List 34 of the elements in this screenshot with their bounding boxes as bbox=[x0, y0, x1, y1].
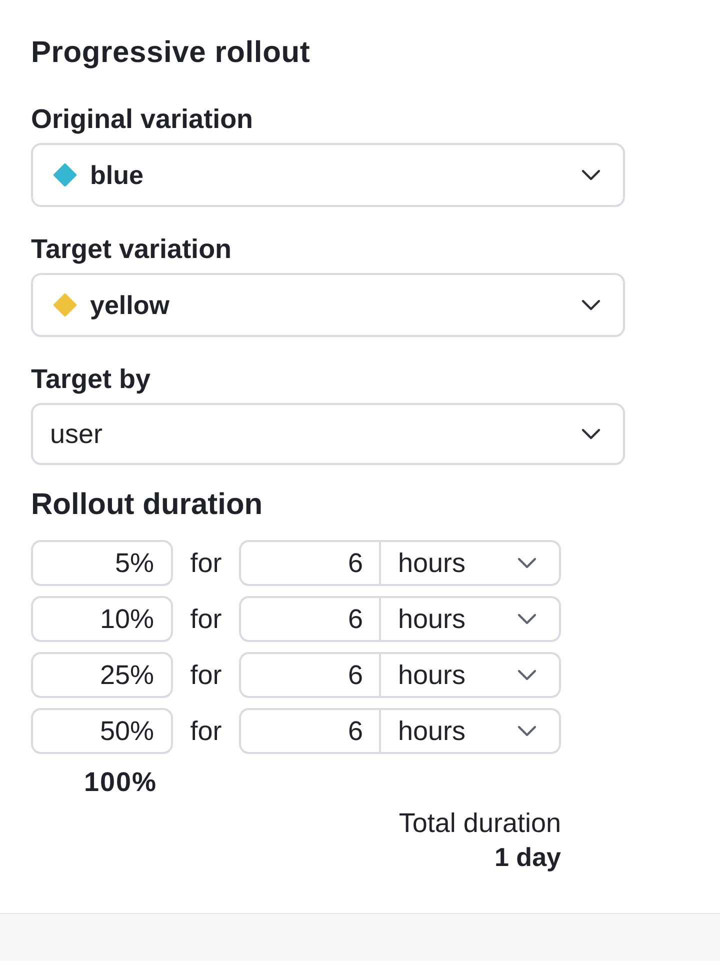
chevron-down-icon bbox=[581, 428, 601, 440]
chevron-down-icon bbox=[517, 669, 537, 681]
percent-input[interactable]: 10% bbox=[31, 596, 173, 642]
duration-input[interactable]: 6 bbox=[239, 596, 381, 642]
chevron-down-icon bbox=[581, 169, 601, 181]
chevron-down-icon bbox=[517, 557, 537, 569]
duration-input[interactable]: 6 bbox=[239, 708, 381, 754]
duration-input[interactable]: 6 bbox=[239, 652, 381, 698]
field-label: Target by bbox=[31, 363, 151, 395]
variation-dropdown[interactable]: blue bbox=[31, 143, 625, 207]
unit-dropdown[interactable]: hours bbox=[381, 596, 561, 642]
field-label: Target variation bbox=[31, 233, 232, 265]
unit-dropdown[interactable]: hours bbox=[381, 652, 561, 698]
final-percent: 100% bbox=[84, 766, 157, 798]
unit-dropdown[interactable]: hours bbox=[381, 708, 561, 754]
select-dropdown[interactable]: user bbox=[31, 403, 625, 465]
for-label: for bbox=[190, 603, 222, 635]
for-label: for bbox=[190, 715, 222, 747]
chevron-down-icon bbox=[581, 299, 601, 311]
variation-dropdown[interactable]: yellow bbox=[31, 273, 625, 337]
for-label: for bbox=[190, 547, 222, 579]
chevron-down-icon bbox=[517, 613, 537, 625]
total-duration-value: 1 day bbox=[494, 841, 561, 874]
percent-input[interactable]: 5% bbox=[31, 540, 173, 586]
chevron-down-icon bbox=[517, 725, 537, 737]
unit-dropdown[interactable]: hours bbox=[381, 540, 561, 586]
field-label: Original variation bbox=[31, 103, 254, 135]
percent-input[interactable]: 25% bbox=[31, 652, 173, 698]
section-heading: Rollout duration bbox=[31, 487, 263, 523]
panel-title: Progressive rollout bbox=[31, 35, 310, 71]
percent-input[interactable]: 50% bbox=[31, 708, 173, 754]
total-duration-label: Total duration bbox=[398, 807, 561, 840]
for-label: for bbox=[190, 659, 222, 691]
duration-input[interactable]: 6 bbox=[239, 540, 381, 586]
